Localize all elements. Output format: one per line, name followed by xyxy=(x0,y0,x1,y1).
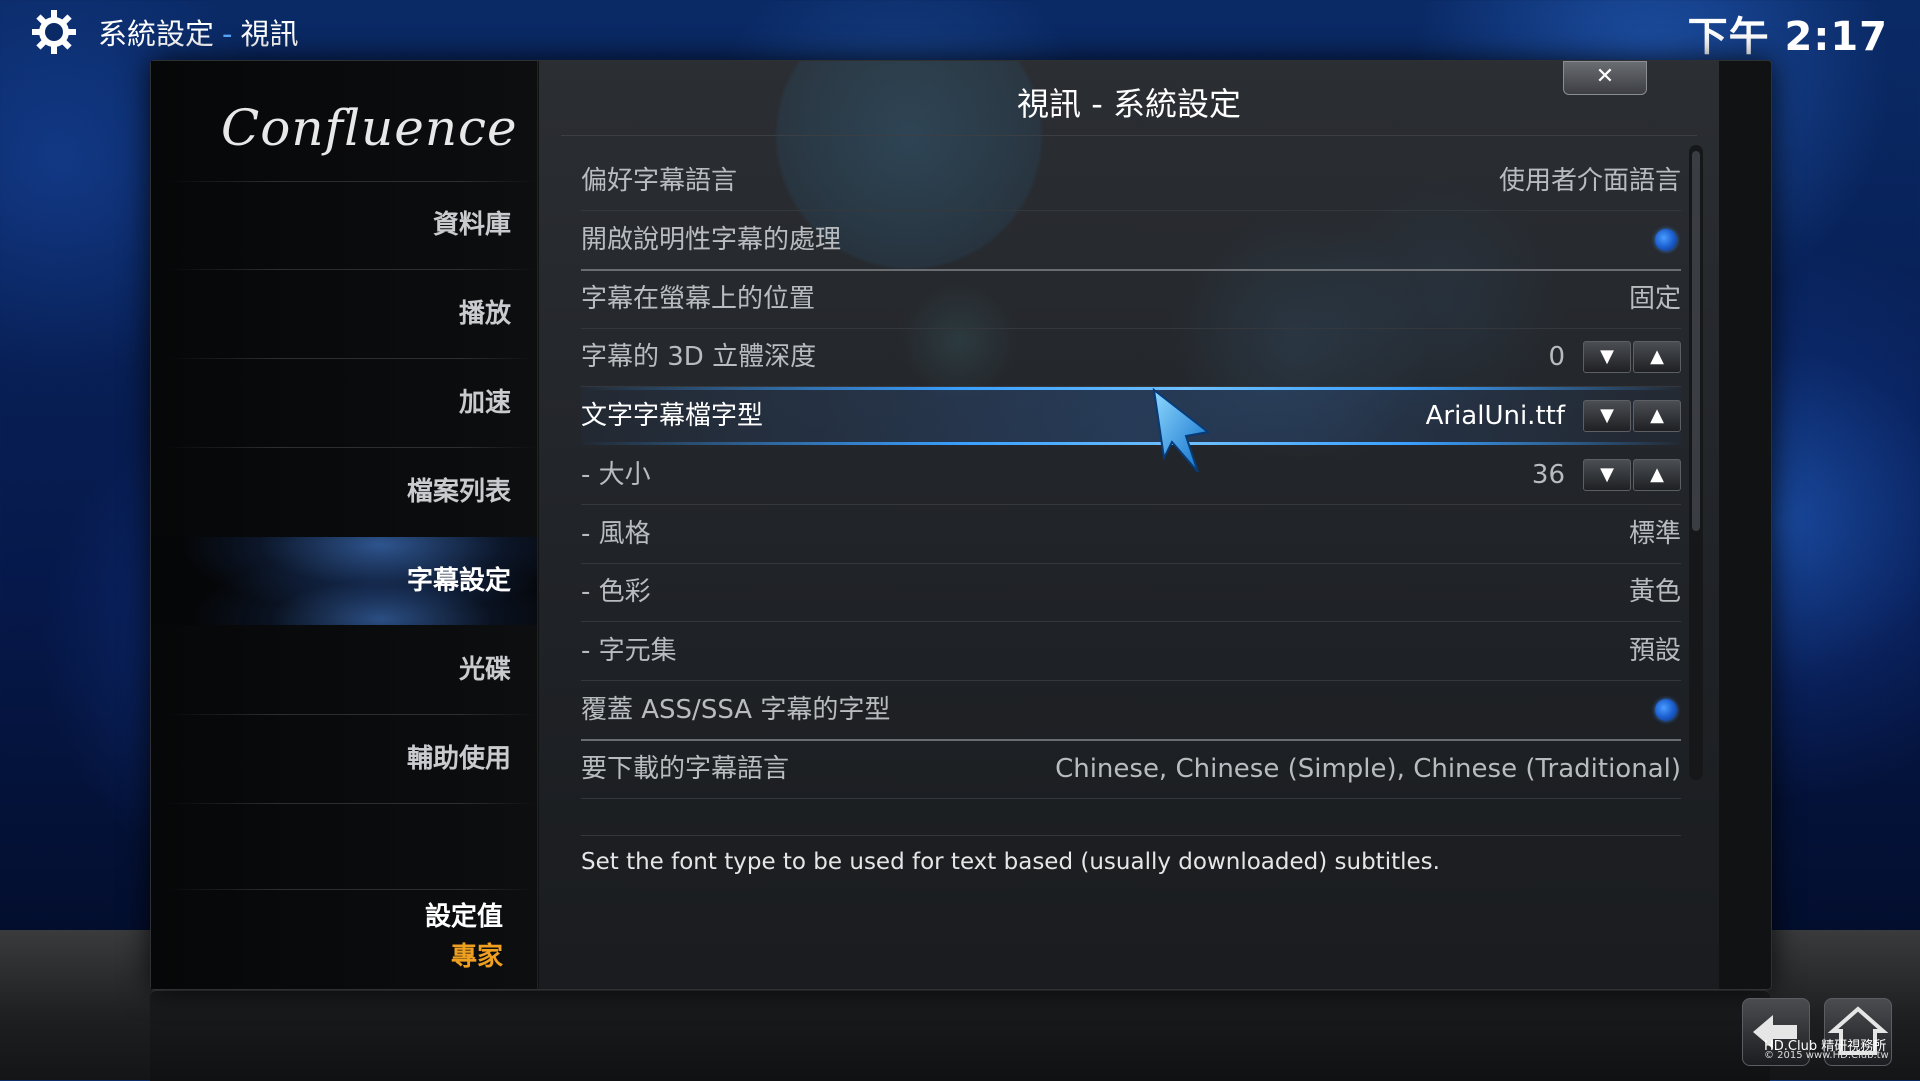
spinner-control: ▼ ▲ xyxy=(1583,341,1681,373)
sidebar-item-file-list[interactable]: 檔案列表 xyxy=(151,448,511,536)
setting-label: 偏好字幕語言 xyxy=(581,166,738,196)
setting-label: 覆蓋 ASS/SSA 字幕的字型 xyxy=(581,695,891,725)
setting-label: - 風格 xyxy=(581,519,651,549)
setting-value: 固定 xyxy=(1628,284,1681,314)
setting-download-subtitle-languages[interactable]: 要下載的字幕語言 Chinese, Chinese (Simple), Chin… xyxy=(581,740,1681,799)
sidebar-item-label: 加速 xyxy=(458,388,511,418)
top-bar: 系統設定 - 視訊 下午 2:17 xyxy=(0,0,1920,60)
spinner-down-button[interactable]: ▼ xyxy=(1583,459,1631,491)
sidebar-item-label: 輔助使用 xyxy=(406,744,511,774)
setting-label: 字幕的 3D 立體深度 xyxy=(581,342,817,372)
radio-button-on[interactable] xyxy=(1655,229,1677,251)
divider xyxy=(166,803,536,804)
sidebar-item-library[interactable]: 資料庫 xyxy=(151,181,511,269)
settings-window: Confluence 資料庫 播放 加速 檔案列表 字幕設定 光碟 輔助使用 設… xyxy=(150,60,1772,990)
watermark-url: © 2015 www.HD.Club.tw xyxy=(1764,1050,1889,1061)
setting-preferred-subtitle-language[interactable]: 偏好字幕語言 使用者介面語言 xyxy=(581,152,1681,211)
dialog-title: 視訊 - 系統設定 xyxy=(1017,85,1241,123)
sidebar: Confluence 資料庫 播放 加速 檔案列表 字幕設定 光碟 輔助使用 設… xyxy=(151,61,538,989)
mouse-cursor-icon xyxy=(1152,388,1211,473)
setting-value: 預設 xyxy=(1628,636,1681,666)
logo-text: Confluence xyxy=(221,99,518,157)
settings-level-title[interactable]: 設定值 xyxy=(425,896,503,933)
confluence-logo: Confluence xyxy=(221,81,518,181)
setting-value: 使用者介面語言 xyxy=(1498,166,1681,196)
sidebar-item-playback[interactable]: 播放 xyxy=(151,270,511,358)
setting-label: - 色彩 xyxy=(581,577,651,607)
setting-label: 文字字幕檔字型 xyxy=(581,401,764,431)
settings-panel: 視訊 - 系統設定 ✕ 偏好字幕語言 使用者介面語言 開啟說明性字幕的處理 字幕… xyxy=(539,61,1719,989)
breadcrumb-separator: - xyxy=(222,17,233,51)
sidebar-item-subtitles[interactable]: 字幕設定 xyxy=(151,537,537,625)
setting-label: 要下載的字幕語言 xyxy=(581,754,790,784)
setting-parse-captions[interactable]: 開啟說明性字幕的處理 xyxy=(581,211,1681,271)
divider xyxy=(561,135,1697,136)
sidebar-item-accessibility[interactable]: 輔助使用 xyxy=(151,715,511,803)
spinner-up-button[interactable]: ▲ xyxy=(1633,400,1681,432)
setting-value: 36 xyxy=(1531,460,1565,490)
setting-subtitle-3d-depth[interactable]: 字幕的 3D 立體深度 0 ▼ ▲ xyxy=(581,328,1681,387)
spinner-up-button[interactable]: ▲ xyxy=(1633,459,1681,491)
breadcrumb-section: 系統設定 xyxy=(98,17,215,51)
sidebar-item-label: 字幕設定 xyxy=(406,566,511,596)
close-button[interactable]: ✕ xyxy=(1563,61,1647,95)
spinner-control: ▼ ▲ xyxy=(1583,459,1681,491)
setting-label: - 字元集 xyxy=(581,636,677,666)
setting-label: - 大小 xyxy=(581,460,651,490)
sidebar-item-label: 檔案列表 xyxy=(406,477,511,507)
radio-button-on[interactable] xyxy=(1655,699,1677,721)
setting-subtitle-size[interactable]: - 大小 36 ▼ ▲ xyxy=(581,446,1681,505)
setting-value: Chinese, Chinese (Simple), Chinese (Trad… xyxy=(1055,754,1681,784)
spinner-up-button[interactable]: ▲ xyxy=(1633,341,1681,373)
setting-override-ass-fonts[interactable]: 覆蓋 ASS/SSA 字幕的字型 xyxy=(581,681,1681,741)
setting-subtitle-charset[interactable]: - 字元集 預設 xyxy=(581,622,1681,681)
setting-subtitle-style[interactable]: - 風格 標準 xyxy=(581,505,1681,564)
setting-label: 字幕在螢幕上的位置 xyxy=(581,284,816,314)
spinner-down-button[interactable]: ▼ xyxy=(1583,400,1631,432)
setting-subtitle-color[interactable]: - 色彩 黃色 xyxy=(581,563,1681,622)
scrollbar[interactable] xyxy=(1689,145,1703,780)
divider xyxy=(581,835,1681,836)
setting-subtitle-font[interactable]: 文字字幕檔字型 ArialUni.ttf ▼ ▲ xyxy=(581,387,1681,445)
setting-value: 黃色 xyxy=(1628,577,1681,607)
setting-subtitle-position[interactable]: 字幕在螢幕上的位置 固定 xyxy=(581,270,1681,329)
footer-panel xyxy=(150,990,1770,1081)
spinner-control: ▼ ▲ xyxy=(1583,400,1681,432)
gear-icon xyxy=(32,10,76,54)
setting-value: 0 xyxy=(1548,342,1565,372)
breadcrumb: 系統設定 - 視訊 xyxy=(98,11,299,53)
sidebar-item-acceleration[interactable]: 加速 xyxy=(151,359,511,447)
scrollbar-thumb[interactable] xyxy=(1692,151,1700,531)
divider xyxy=(166,889,536,890)
setting-value: ArialUni.ttf xyxy=(1425,401,1565,431)
sidebar-item-label: 資料庫 xyxy=(432,210,511,240)
setting-label: 開啟說明性字幕的處理 xyxy=(581,225,842,255)
clock: 下午 2:17 xyxy=(1687,14,1888,60)
settings-level-value[interactable]: 專家 xyxy=(451,936,503,973)
setting-value: 標準 xyxy=(1628,519,1681,549)
sidebar-item-label: 光碟 xyxy=(458,655,511,685)
breadcrumb-page: 視訊 xyxy=(240,17,299,51)
sidebar-item-disc[interactable]: 光碟 xyxy=(151,626,511,714)
spinner-down-button[interactable]: ▼ xyxy=(1583,341,1631,373)
sidebar-item-label: 播放 xyxy=(458,299,511,329)
setting-description: Set the font type to be used for text ba… xyxy=(581,849,1440,875)
